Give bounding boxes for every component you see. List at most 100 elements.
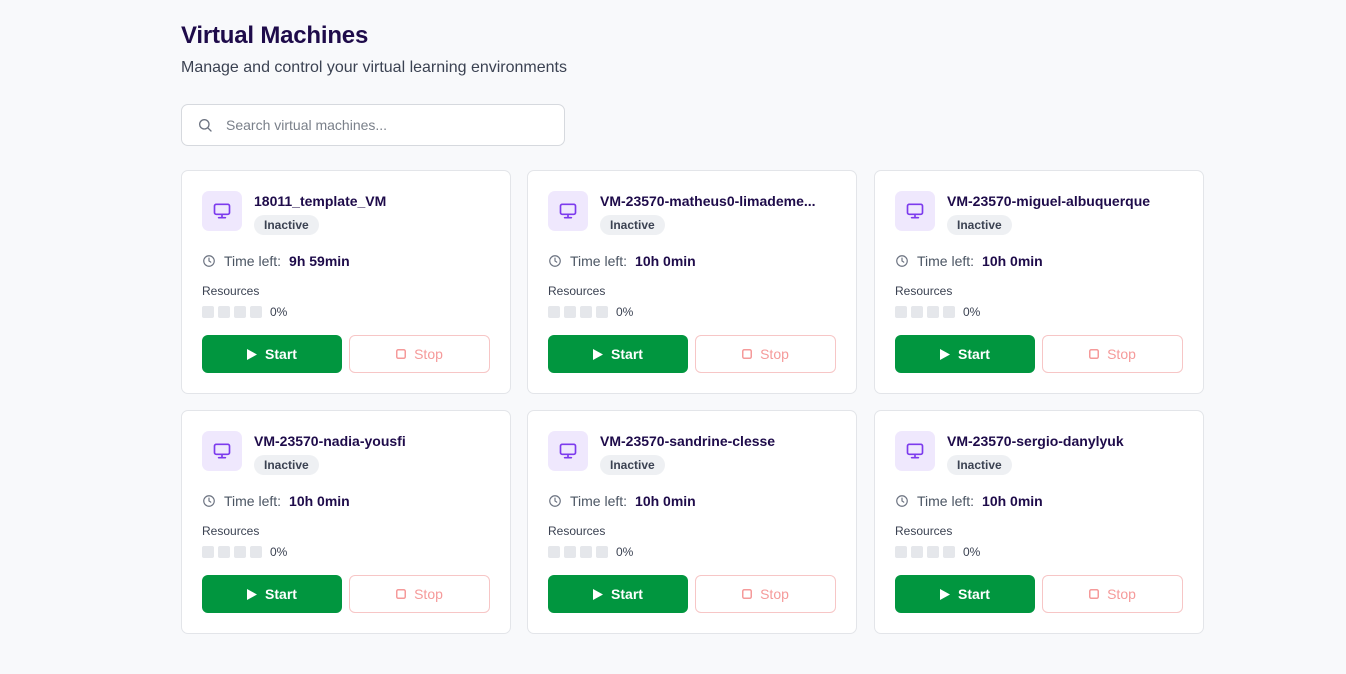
stop-button[interactable]: Stop	[695, 575, 836, 613]
start-button[interactable]: Start	[895, 575, 1035, 613]
monitor-icon	[548, 431, 588, 471]
resource-segment	[580, 306, 592, 318]
play-icon	[247, 588, 258, 600]
time-left-label: Time left:	[224, 253, 282, 269]
time-left-label: Time left:	[917, 253, 975, 269]
resource-segment	[202, 546, 214, 558]
stop-label: Stop	[414, 586, 443, 602]
stop-icon	[742, 349, 753, 359]
stop-button[interactable]: Stop	[695, 335, 836, 373]
time-left-label: Time left:	[570, 493, 628, 509]
stop-button[interactable]: Stop	[1042, 575, 1183, 613]
search-icon	[199, 119, 212, 132]
start-button[interactable]: Start	[202, 575, 342, 613]
vm-name: VM-23570-matheus0-limademe...	[600, 193, 816, 209]
time-left-value: 10h 0min	[982, 253, 1043, 269]
stop-button[interactable]: Stop	[1042, 335, 1183, 373]
resource-meter: 0%	[895, 545, 980, 559]
time-left-row: Time left: 10h 0min	[895, 493, 1043, 509]
resource-segment	[943, 306, 955, 318]
time-left-row: Time left: 10h 0min	[548, 253, 696, 269]
resource-segment	[911, 546, 923, 558]
play-icon	[593, 348, 604, 360]
clock-icon	[896, 495, 908, 507]
time-left-row: Time left: 10h 0min	[202, 493, 350, 509]
resource-meter: 0%	[548, 545, 633, 559]
stop-button[interactable]: Stop	[349, 575, 490, 613]
start-label: Start	[958, 586, 990, 602]
play-icon	[247, 348, 258, 360]
start-button[interactable]: Start	[202, 335, 342, 373]
start-label: Start	[611, 346, 643, 362]
vm-card: VM-23570-sergio-danylyuk Inactive Time l…	[874, 410, 1204, 634]
resource-meter: 0%	[548, 305, 633, 319]
clock-icon	[549, 495, 561, 507]
resource-segment	[234, 546, 246, 558]
stop-label: Stop	[760, 586, 789, 602]
status-badge: Inactive	[254, 215, 319, 235]
time-left-row: Time left: 10h 0min	[895, 253, 1043, 269]
resource-percent: 0%	[616, 545, 634, 559]
resource-segment	[596, 546, 608, 558]
resource-percent: 0%	[963, 545, 981, 559]
resource-percent: 0%	[616, 305, 634, 319]
stop-icon	[1089, 349, 1100, 359]
vm-name: 18011_template_VM	[254, 193, 387, 209]
resource-percent: 0%	[963, 305, 981, 319]
resource-segment	[895, 306, 907, 318]
resource-meter: 0%	[895, 305, 980, 319]
status-badge: Inactive	[600, 215, 665, 235]
clock-icon	[203, 255, 215, 267]
resources-label: Resources	[548, 524, 606, 538]
start-label: Start	[611, 586, 643, 602]
resource-segment	[927, 546, 939, 558]
stop-icon	[1089, 589, 1100, 599]
stop-icon	[396, 349, 407, 359]
time-left-label: Time left:	[917, 493, 975, 509]
resource-meter: 0%	[202, 545, 287, 559]
status-badge: Inactive	[947, 455, 1012, 475]
play-icon	[940, 588, 951, 600]
start-button[interactable]: Start	[548, 575, 688, 613]
time-left-value: 9h 59min	[289, 253, 350, 269]
stop-label: Stop	[760, 346, 789, 362]
stop-button[interactable]: Stop	[349, 335, 490, 373]
monitor-icon	[202, 431, 242, 471]
vm-name: VM-23570-nadia-yousfi	[254, 433, 406, 449]
resource-segment	[218, 306, 230, 318]
resource-segment	[580, 546, 592, 558]
resource-segment	[943, 546, 955, 558]
time-left-value: 10h 0min	[289, 493, 350, 509]
search-input[interactable]	[182, 105, 564, 145]
resource-segment	[911, 306, 923, 318]
search-box[interactable]	[181, 104, 565, 146]
time-left-row: Time left: 10h 0min	[548, 493, 696, 509]
start-button[interactable]: Start	[548, 335, 688, 373]
clock-icon	[549, 255, 561, 267]
resource-segment	[250, 546, 262, 558]
time-left-label: Time left:	[570, 253, 628, 269]
time-left-label: Time left:	[224, 493, 282, 509]
page-title: Virtual Machines	[181, 22, 369, 49]
resource-segment	[202, 306, 214, 318]
status-badge: Inactive	[947, 215, 1012, 235]
resource-percent: 0%	[270, 305, 288, 319]
status-badge: Inactive	[600, 455, 665, 475]
time-left-value: 10h 0min	[635, 493, 696, 509]
vm-card: VM-23570-matheus0-limademe... Inactive T…	[527, 170, 857, 394]
vm-name: VM-23570-sandrine-clesse	[600, 433, 776, 449]
time-left-value: 10h 0min	[635, 253, 696, 269]
resources-label: Resources	[202, 524, 260, 538]
stop-label: Stop	[1107, 346, 1136, 362]
resource-segment	[564, 306, 576, 318]
time-left-value: 10h 0min	[982, 493, 1043, 509]
stop-icon	[742, 589, 753, 599]
resource-segment	[548, 546, 560, 558]
resource-segment	[218, 546, 230, 558]
start-button[interactable]: Start	[895, 335, 1035, 373]
start-label: Start	[958, 346, 990, 362]
stop-label: Stop	[1107, 586, 1136, 602]
start-label: Start	[265, 586, 297, 602]
vm-name: VM-23570-miguel-albuquerque	[947, 193, 1151, 209]
resource-segment	[927, 306, 939, 318]
